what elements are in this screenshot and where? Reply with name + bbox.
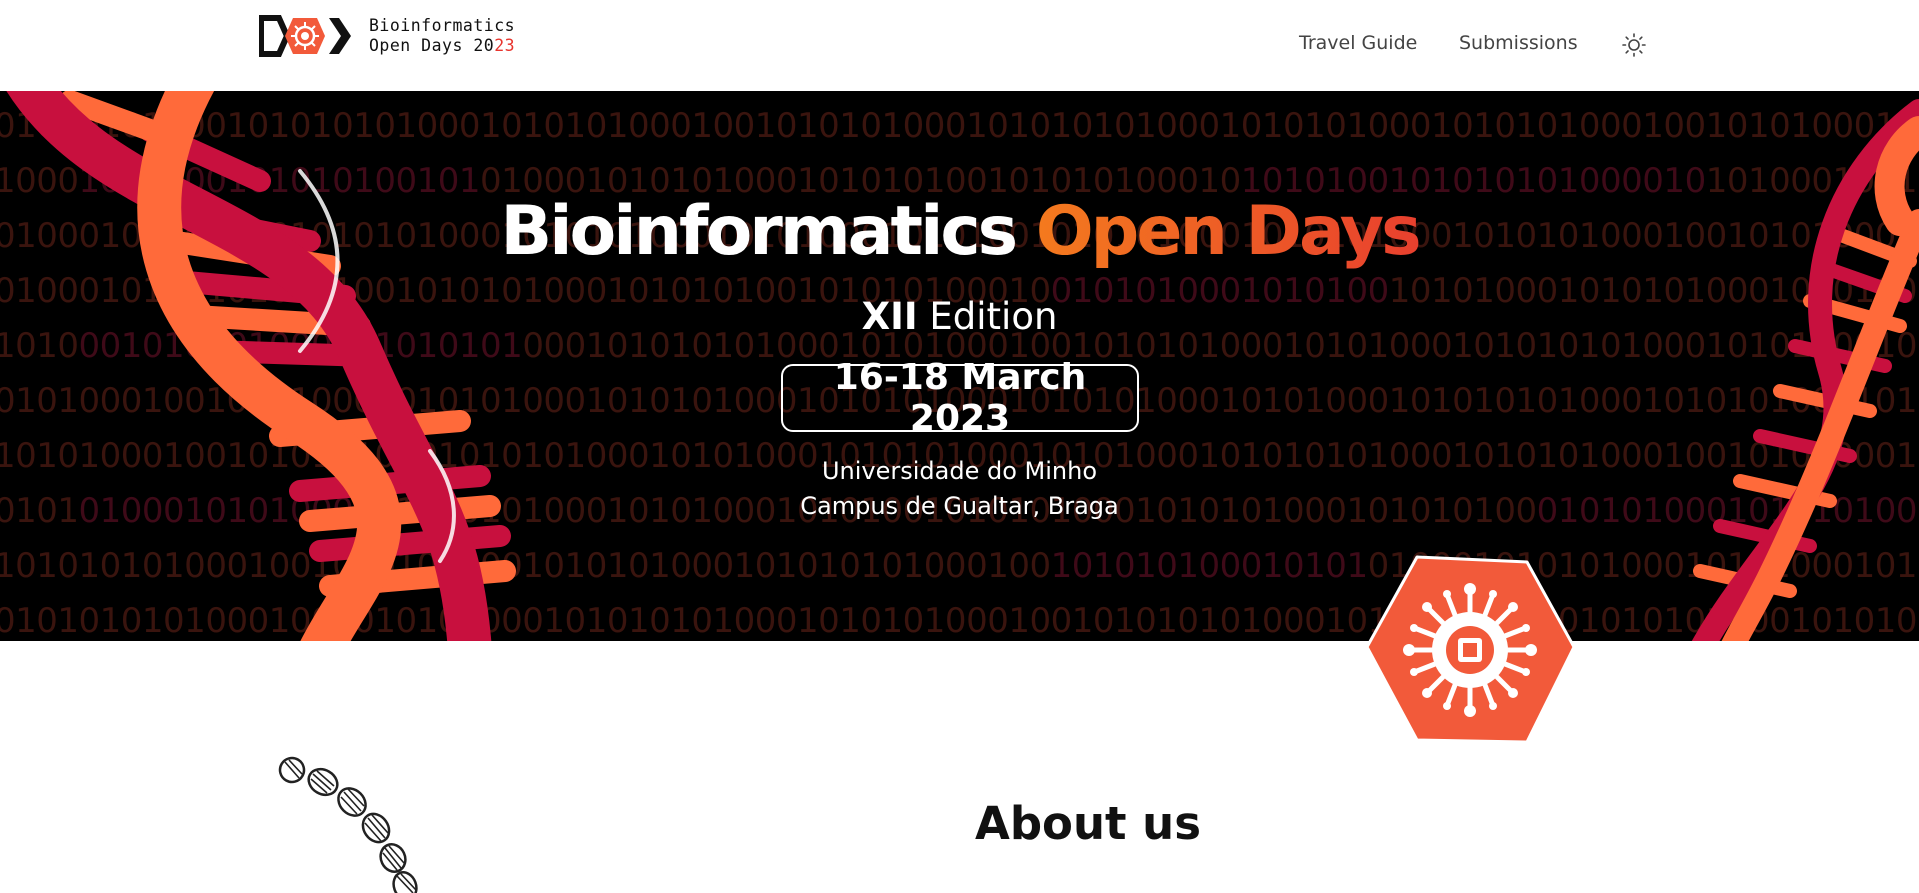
hero-title-white: Bioinformatics [500,192,1018,271]
logo-line-1: Bioinformatics [369,16,516,35]
sun-icon [1622,33,1646,57]
theme-toggle-button[interactable] [1621,32,1647,58]
virus-hexagon-badge-icon [1365,555,1576,744]
site-logo[interactable]: Bioinformatics Open Days 2023 [259,14,515,58]
edition-number: XII [861,295,918,338]
logo-text: Bioinformatics Open Days 2023 [369,16,515,56]
site-header: Bioinformatics Open Days 2023 Travel Gui… [0,0,1919,91]
nav-item-submissions: Submissions [1459,32,1578,54]
hero-banner: 0101010100010101010100010101010001001010… [0,91,1919,641]
dna-sketch-icon [278,756,418,893]
edition-label: XII Edition [0,298,1919,335]
nav-link-travel-guide[interactable]: Travel Guide [1299,32,1417,54]
logo-line-2-prefix: Open Days 20 [369,36,495,55]
hero-title: Bioinformatics Open Days [0,198,1919,266]
about-us-heading: About us [975,797,1201,850]
logo-year-accent: 23 [494,36,516,55]
logo-line-2: Open Days 2023 [369,36,515,56]
edition-word: Edition [929,295,1058,338]
nav-link-submissions[interactable]: Submissions [1459,32,1578,54]
venue-line-1: Universidade do Minho [821,457,1098,485]
bod-logo-icon [259,15,351,57]
event-date-badge: 16-18 March 2023 [781,357,1139,439]
nav-item-travel-guide: Travel Guide [1299,32,1417,54]
venue-line-2: Campus de Gualtar, Braga [800,492,1119,520]
hero-content: Bioinformatics Open Days XII Edition 16-… [0,91,1919,641]
hero-title-accent: Open Days [1035,192,1422,271]
